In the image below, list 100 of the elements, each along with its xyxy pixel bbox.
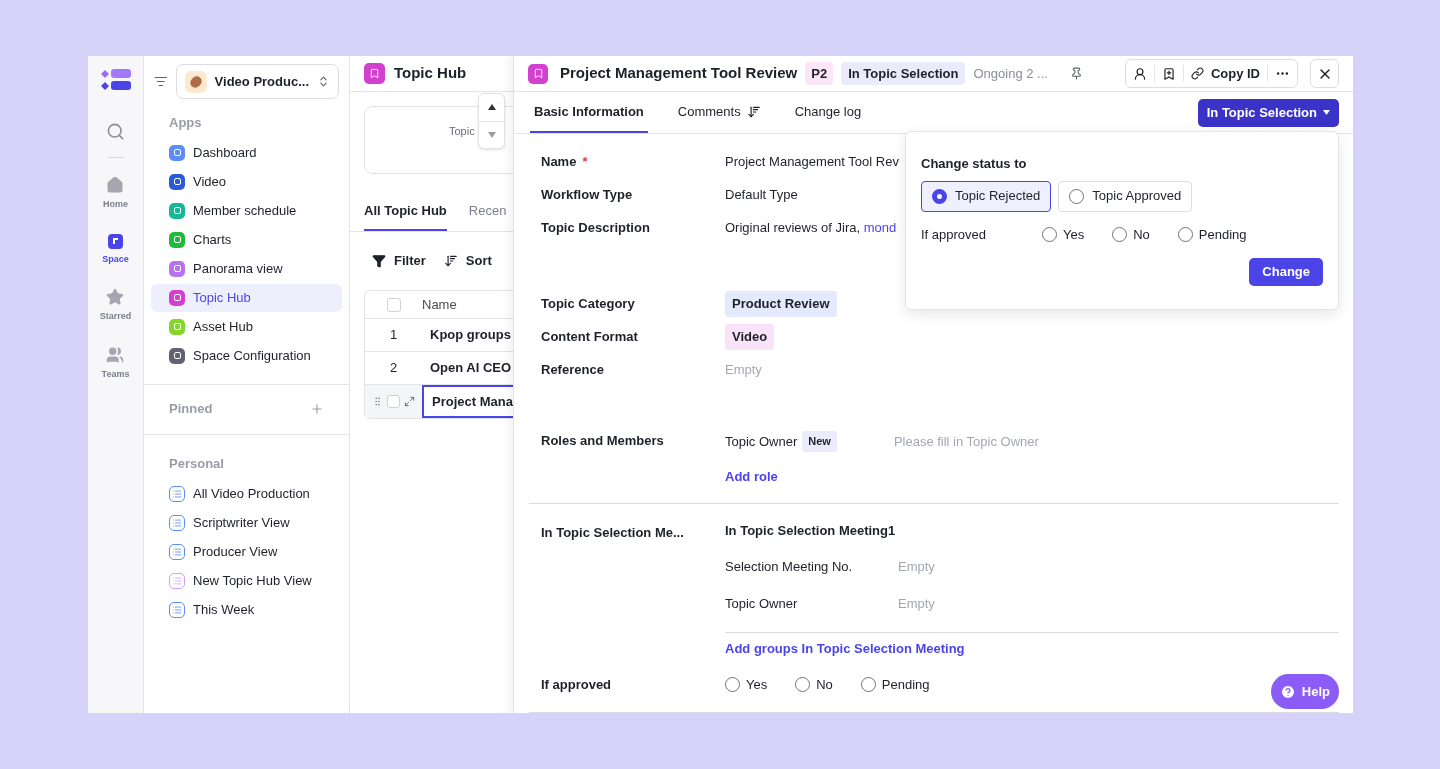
detail-tab[interactable]: Comments (673, 92, 765, 133)
required-mark: * (582, 154, 588, 169)
field-tag: Video (725, 324, 775, 350)
drag-handle-icon[interactable] (372, 395, 383, 408)
role-name: Topic Owner (725, 432, 798, 451)
workspace-selector[interactable]: Video Produc... (175, 64, 339, 99)
radio-button[interactable] (1177, 226, 1193, 242)
sidebar-item[interactable]: Space Configuration (151, 341, 342, 370)
workspace-icon (184, 70, 207, 93)
detail-tab[interactable]: Change log (790, 92, 866, 133)
radio-button[interactable] (860, 677, 876, 693)
status-dropdown[interactable]: In Topic Selection (1197, 98, 1339, 127)
page-title: Topic Hub (394, 63, 467, 84)
close-button[interactable] (1310, 59, 1339, 88)
sidebar-item[interactable]: This Week (169, 595, 324, 624)
sidebar-item[interactable]: Member schedule (151, 196, 342, 225)
sidebar-item[interactable]: Video (151, 167, 342, 196)
help-button[interactable]: Help (1270, 674, 1339, 709)
status-option[interactable]: Topic Approved (1058, 180, 1193, 212)
field-label: Reference (541, 361, 605, 379)
add-role-link[interactable]: Add role (725, 466, 1039, 486)
pin-icon[interactable] (1069, 67, 1083, 80)
rail-item[interactable]: Home (103, 176, 128, 212)
teams-icon (106, 345, 125, 364)
sidebar-item[interactable]: Asset Hub (151, 312, 342, 341)
radio-label[interactable]: No (1133, 224, 1150, 244)
table-row[interactable]: 1 Kpop groups (365, 319, 513, 352)
field-label: Content Format (541, 328, 639, 346)
status-option[interactable]: Topic Rejected (921, 180, 1052, 212)
link-icon (1190, 67, 1204, 80)
description-link[interactable]: mond (863, 220, 897, 235)
field-value[interactable]: Original reviews of Jira, mond (725, 218, 897, 294)
add-icon[interactable] (310, 402, 324, 416)
field-label: In Topic Selection Me... (541, 524, 685, 542)
row-number: 2 (388, 359, 399, 378)
field-label: Workflow Type (541, 186, 634, 204)
table-cell: Project Mana (422, 385, 513, 418)
group-title: In Topic Selection Meeting1 (725, 522, 897, 540)
section-title: Apps (168, 114, 203, 132)
subfield-label: Topic Owner (725, 595, 799, 613)
caret-icon (1323, 110, 1330, 115)
chevron-icon (317, 75, 330, 88)
radio-label[interactable]: Yes (746, 675, 768, 695)
add-group-link[interactable]: Add groups In Topic Selection Meeting (725, 638, 1339, 658)
topic-hub-icon (364, 63, 385, 84)
change-button[interactable]: Change (1249, 258, 1323, 286)
search-icon[interactable] (106, 122, 125, 141)
popover-title: Change status to (921, 155, 1028, 173)
rail-item[interactable]: Teams (101, 345, 130, 381)
topic-icon (528, 63, 548, 84)
field-label: If approved (921, 225, 988, 244)
home-icon (106, 176, 125, 194)
field-label: Roles and Members (541, 432, 665, 450)
sidebar-item[interactable]: New Topic Hub View (169, 566, 324, 595)
sidebar-item[interactable]: Dashboard (151, 138, 342, 167)
rail-item[interactable]: Space (102, 233, 129, 266)
field-label: Name * (541, 153, 589, 171)
field-value[interactable]: Default Type (725, 185, 798, 218)
radio-button[interactable] (1112, 226, 1128, 242)
field-label: If approved (541, 676, 613, 694)
radio-button[interactable] (795, 677, 811, 693)
table-row[interactable]: Project Mana (365, 385, 513, 418)
sidebar-item[interactable]: All Video Production (169, 479, 324, 508)
subfield-label: Selection Meeting No. (725, 557, 854, 576)
radio-label[interactable]: No (816, 675, 833, 695)
field-label: Topic Description (541, 219, 651, 237)
radio-button[interactable] (725, 677, 740, 693)
radio-label[interactable]: Yes (1063, 224, 1085, 244)
sort-icon (443, 254, 458, 268)
collapse-sidebar-icon[interactable] (154, 74, 168, 89)
sort-icon (746, 104, 761, 119)
logo-icon (100, 68, 131, 92)
rail-item[interactable]: Starred (99, 288, 132, 324)
sidebar-item[interactable]: Panorama view (151, 254, 342, 283)
checkbox[interactable] (386, 297, 401, 312)
view-tab[interactable]: All Topic Hub (364, 192, 447, 231)
filter-icon (372, 254, 386, 268)
status-tag: In Topic Selection (841, 61, 966, 86)
radio-button[interactable] (1042, 226, 1057, 242)
sidebar-item[interactable]: Producer View (169, 537, 324, 566)
copy-id-button[interactable]: Copy ID (1183, 65, 1268, 82)
filter-button[interactable]: Filter (372, 251, 426, 271)
radio-label[interactable]: Pending (881, 675, 930, 695)
checkbox[interactable] (387, 395, 400, 408)
stat-label: Topic (449, 125, 475, 137)
field-value[interactable]: Project Management Tool Rev (725, 152, 899, 185)
section-title: Personal (169, 454, 225, 473)
expand-icon[interactable] (404, 396, 415, 407)
view-tab[interactable]: Recen (468, 192, 507, 231)
section-title: Pinned (169, 400, 213, 419)
star-icon (106, 288, 125, 306)
sort-button[interactable]: Sort (443, 251, 492, 271)
sidebar-item[interactable]: Charts (151, 225, 342, 254)
sidebar-item[interactable]: Topic Hub (151, 283, 342, 312)
row-number: 1 (388, 326, 399, 345)
detail-tab[interactable]: Basic Information (530, 92, 648, 133)
radio-label[interactable]: Pending (1198, 224, 1247, 244)
new-badge: New (802, 431, 837, 452)
table-cell-text: Kpop groups (429, 326, 512, 345)
sidebar-item[interactable]: Scriptwriter View (169, 508, 324, 537)
